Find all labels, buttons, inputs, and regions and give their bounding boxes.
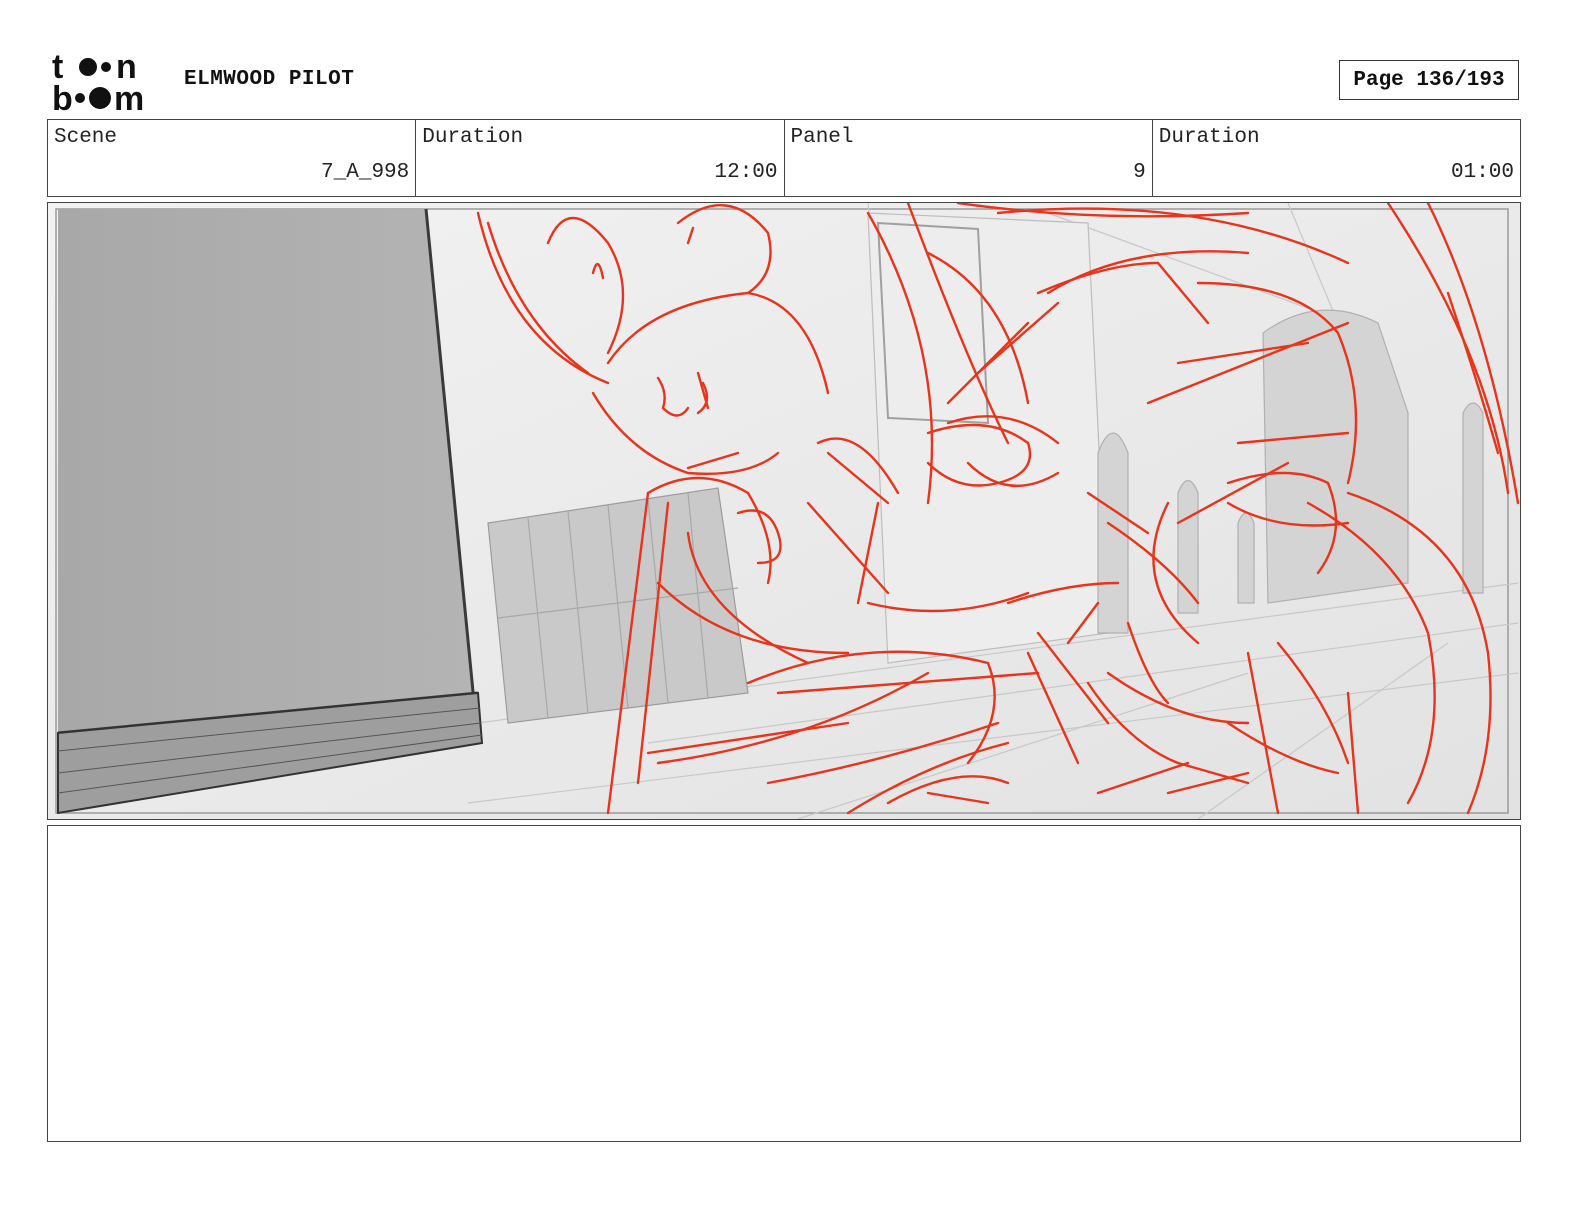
project-title: ELMWOOD PILOT [184,68,355,91]
scene-duration-value: 12:00 [714,161,778,184]
scene-cell: Scene 7_A_998 [48,120,417,196]
panel-duration-cell: Duration 01:00 [1153,120,1520,196]
panel-duration-label: Duration [1158,126,1260,149]
panel-value: 9 [1133,161,1146,184]
panel-duration-value: 01:00 [1450,161,1514,184]
panel-notes-area [47,825,1521,1142]
svg-text:b: b [52,80,73,114]
panel-sketch-image [48,203,1520,819]
storyboard-panel [47,202,1521,820]
page-number-badge: Page 136/193 [1339,60,1519,100]
scene-info-table: Scene 7_A_998 Duration 12:00 Panel 9 Dur… [47,119,1521,197]
panel-cell: Panel 9 [785,120,1153,196]
scene-duration-label: Duration [422,126,524,149]
scene-label: Scene [54,126,118,149]
svg-text:m: m [114,80,144,114]
scene-value: 7_A_998 [321,161,410,184]
toon-boom-logo: t n b m [52,48,144,114]
panel-label: Panel [790,126,854,149]
scene-duration-cell: Duration 12:00 [416,120,785,196]
